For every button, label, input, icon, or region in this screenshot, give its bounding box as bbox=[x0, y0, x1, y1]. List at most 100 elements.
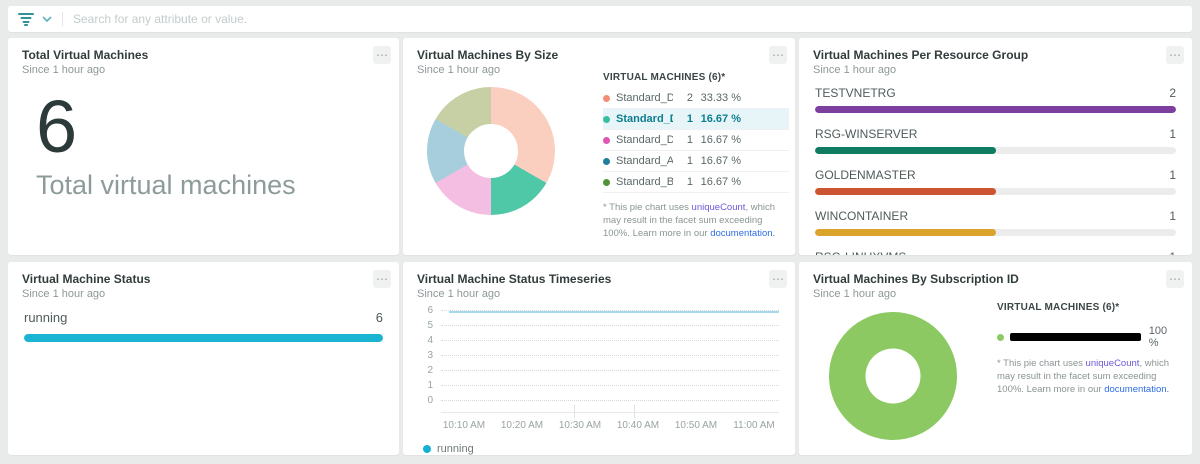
panel-title: Virtual Machines By Size bbox=[417, 48, 781, 62]
panel-vms-per-resource-group: Virtual Machines Per Resource Group Sinc… bbox=[799, 38, 1192, 255]
legend-row[interactable]: 100 % bbox=[997, 325, 1179, 349]
subscription-donut-chart[interactable] bbox=[829, 312, 957, 440]
running-series-line[interactable] bbox=[449, 311, 779, 313]
more-options-button[interactable]: ⋯ bbox=[1166, 270, 1184, 288]
redacted-subscription-id-bar bbox=[1010, 333, 1141, 341]
legend-dot bbox=[997, 334, 1004, 341]
timeseries-chart[interactable]: 6 5 4 3 2 1 0 10:10 AM 10:20 AM 10:30 AM… bbox=[417, 310, 781, 455]
legend-name: Standard_A2 bbox=[616, 155, 673, 167]
more-options-button[interactable]: ⋯ bbox=[373, 270, 391, 288]
chevron-down-icon[interactable] bbox=[42, 16, 52, 22]
legend-count: 1 bbox=[673, 113, 693, 125]
gridline: 3 bbox=[441, 355, 779, 356]
legend-name: Standard_B1s bbox=[616, 176, 673, 188]
more-options-button[interactable]: ⋯ bbox=[769, 46, 787, 64]
bar-fill bbox=[24, 334, 383, 342]
legend-percent: 33.33 % bbox=[693, 92, 741, 104]
bar-label: running bbox=[24, 310, 67, 325]
legend-name: Standard_DS2_v2 bbox=[616, 134, 673, 146]
legend-header: VIRTUAL MACHINES (6)* bbox=[997, 302, 1179, 313]
vm-size-donut-chart[interactable] bbox=[427, 87, 555, 215]
bar-value: 1 bbox=[1169, 250, 1176, 255]
bar-fill bbox=[815, 106, 1176, 113]
bar-track bbox=[815, 147, 1176, 154]
legend-row[interactable]: Standard_B1s 1 16.67 % bbox=[603, 172, 789, 193]
x-axis-line bbox=[441, 412, 779, 413]
more-options-button[interactable]: ⋯ bbox=[1166, 46, 1184, 64]
bar-value: 2 bbox=[1169, 86, 1176, 100]
bar-label: RSG-LINUXVMS bbox=[815, 250, 906, 255]
x-axis-label: 10:40 AM bbox=[611, 420, 665, 431]
x-axis-label: 10:30 AM bbox=[553, 420, 607, 431]
filter-icon[interactable] bbox=[18, 12, 34, 26]
bar-row[interactable]: RSG-WINSERVER1 bbox=[815, 127, 1176, 154]
gridline: 4 bbox=[441, 340, 779, 341]
legend-dot bbox=[603, 116, 610, 123]
bar-row[interactable]: WINCONTAINER1 bbox=[815, 209, 1176, 236]
bar-value: 1 bbox=[1169, 209, 1176, 223]
bar-row[interactable]: TESTVNETRG 2 bbox=[815, 86, 1176, 113]
uniquecount-link[interactable]: uniqueCount bbox=[692, 202, 746, 213]
uniquecount-link[interactable]: uniqueCount bbox=[1086, 358, 1140, 369]
legend-name: Standard_DS1_v2 bbox=[616, 113, 673, 125]
panel-subtitle: Since 1 hour ago bbox=[417, 288, 781, 300]
legend-dot bbox=[423, 445, 431, 453]
chart-legend[interactable]: running bbox=[423, 443, 781, 455]
panel-vms-by-size: Virtual Machines By Size Since 1 hour ag… bbox=[403, 38, 795, 255]
y-axis-label: 2 bbox=[417, 365, 433, 376]
panel-title: Virtual Machines Per Resource Group bbox=[813, 48, 1178, 62]
y-axis-label: 5 bbox=[417, 320, 433, 331]
panel-title: Virtual Machines By Subscription ID bbox=[813, 272, 1178, 286]
bar-label: TESTVNETRG bbox=[815, 86, 896, 100]
vm-size-legend: VIRTUAL MACHINES (6)* Standard_DS1 2 33.… bbox=[603, 72, 789, 240]
more-options-button[interactable]: ⋯ bbox=[769, 270, 787, 288]
gridline: 2 bbox=[441, 370, 779, 371]
legend-percent: 16.67 % bbox=[693, 113, 741, 125]
x-axis-label: 10:50 AM bbox=[669, 420, 723, 431]
legend-header: VIRTUAL MACHINES (6)* bbox=[603, 72, 789, 83]
panel-subtitle: Since 1 hour ago bbox=[813, 288, 1178, 300]
bar-row[interactable]: RSG-LINUXVMS 1 bbox=[815, 250, 1176, 255]
y-axis-label: 1 bbox=[417, 380, 433, 391]
panel-title: Virtual Machine Status Timeseries bbox=[417, 272, 781, 286]
bar-track bbox=[24, 334, 383, 342]
y-axis-label: 4 bbox=[417, 335, 433, 346]
bar-track bbox=[815, 106, 1176, 113]
total-vm-label: Total virtual machines bbox=[36, 170, 399, 201]
documentation-link[interactable]: documentation. bbox=[710, 228, 775, 239]
y-axis-label: 3 bbox=[417, 350, 433, 361]
bar-row[interactable]: running 6 bbox=[24, 310, 383, 342]
y-axis-label: 0 bbox=[417, 395, 433, 406]
legend-name: Standard_DS1 bbox=[616, 92, 673, 104]
legend-dot bbox=[603, 158, 610, 165]
x-axis-label: 10:10 AM bbox=[437, 420, 491, 431]
panel-vm-status-timeseries: Virtual Machine Status Timeseries Since … bbox=[403, 262, 795, 455]
search-input[interactable] bbox=[73, 12, 1182, 26]
subscription-legend: VIRTUAL MACHINES (6)* 100 % * This pie c… bbox=[997, 302, 1179, 396]
legend-count: 1 bbox=[673, 176, 693, 188]
legend-row-highlighted[interactable]: Standard_DS1_v2 1 16.67 % bbox=[603, 109, 789, 130]
legend-row[interactable]: Standard_A2 1 16.67 % bbox=[603, 151, 789, 172]
panel-title: Total Virtual Machines bbox=[22, 48, 385, 62]
donut-hole bbox=[464, 124, 518, 178]
legend-row[interactable]: Standard_DS2_v2 1 16.67 % bbox=[603, 130, 789, 151]
bar-fill bbox=[815, 188, 996, 195]
documentation-link[interactable]: documentation. bbox=[1104, 384, 1169, 395]
legend-row[interactable]: Standard_DS1 2 33.33 % bbox=[603, 88, 789, 109]
bar-fill bbox=[815, 147, 996, 154]
bar-value: 6 bbox=[376, 310, 383, 325]
legend-percent: 100 % bbox=[1149, 325, 1179, 349]
donut-hole bbox=[866, 349, 921, 404]
bar-fill bbox=[815, 229, 996, 236]
bar-label: RSG-WINSERVER bbox=[815, 127, 917, 141]
panel-subtitle: Since 1 hour ago bbox=[22, 64, 385, 76]
gridline: 0 bbox=[441, 400, 779, 401]
legend-dot bbox=[603, 137, 610, 144]
search-bar bbox=[8, 6, 1192, 32]
bar-track bbox=[815, 229, 1176, 236]
gridline: 1 bbox=[441, 385, 779, 386]
more-options-button[interactable]: ⋯ bbox=[373, 46, 391, 64]
bar-track bbox=[815, 188, 1176, 195]
bar-row[interactable]: GOLDENMASTER1 bbox=[815, 168, 1176, 195]
panel-vms-by-subscription-id: Virtual Machines By Subscription ID Sinc… bbox=[799, 262, 1192, 455]
